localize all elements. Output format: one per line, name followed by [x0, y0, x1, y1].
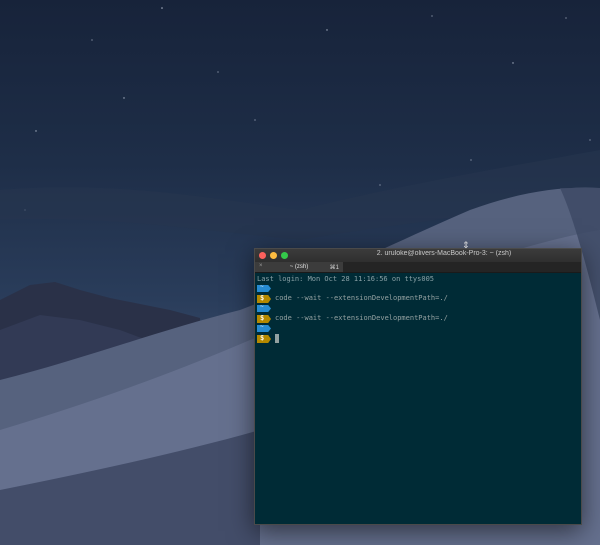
tab-bar: × ~ (zsh) ⌘1: [255, 262, 581, 273]
prompt-symbol: $: [260, 294, 265, 302]
prompt-symbol: $: [260, 314, 265, 322]
prompt-segment-3: $: [257, 335, 271, 343]
command-line-2: code --wait --extensionDevelopmentPath=.…: [275, 314, 448, 322]
prompt-segment-2: $: [257, 315, 271, 323]
tab-zsh[interactable]: × ~ (zsh) ⌘1: [255, 262, 343, 272]
dir-segment-2: ~: [257, 305, 271, 312]
dir-symbol: ~: [260, 303, 264, 310]
dir-segment-3: ~: [257, 325, 271, 332]
window-title: 2. uruloke@olivers-MacBook-Pro-3: ~ (zsh…: [376, 250, 512, 257]
close-button[interactable]: [259, 252, 266, 259]
prompt-segment-1: $: [257, 295, 271, 303]
traffic-lights: [259, 252, 288, 259]
terminal-window[interactable]: 2. uruloke@olivers-MacBook-Pro-3: ~ (zsh…: [254, 248, 582, 525]
last-login-line: Last login: Mon Oct 28 11:16:56 on ttys0…: [257, 275, 435, 283]
dir-segment-1: ~: [257, 285, 271, 292]
terminal-content[interactable]: Last login: Mon Oct 28 11:16:56 on ttys0…: [257, 273, 579, 522]
title-bar[interactable]: 2. uruloke@olivers-MacBook-Pro-3: ~ (zsh…: [255, 249, 581, 263]
text-cursor: [275, 334, 279, 343]
zoom-button[interactable]: [281, 252, 288, 259]
minimize-button[interactable]: [270, 252, 277, 259]
dir-symbol: ~: [260, 323, 264, 330]
prompt-symbol: $: [260, 334, 265, 342]
dir-symbol: ~: [260, 283, 264, 290]
tab-shortcut: ⌘1: [329, 265, 339, 271]
command-line-1: code --wait --extensionDevelopmentPath=.…: [275, 294, 448, 302]
resize-cursor-icon: ⇕: [462, 241, 470, 251]
